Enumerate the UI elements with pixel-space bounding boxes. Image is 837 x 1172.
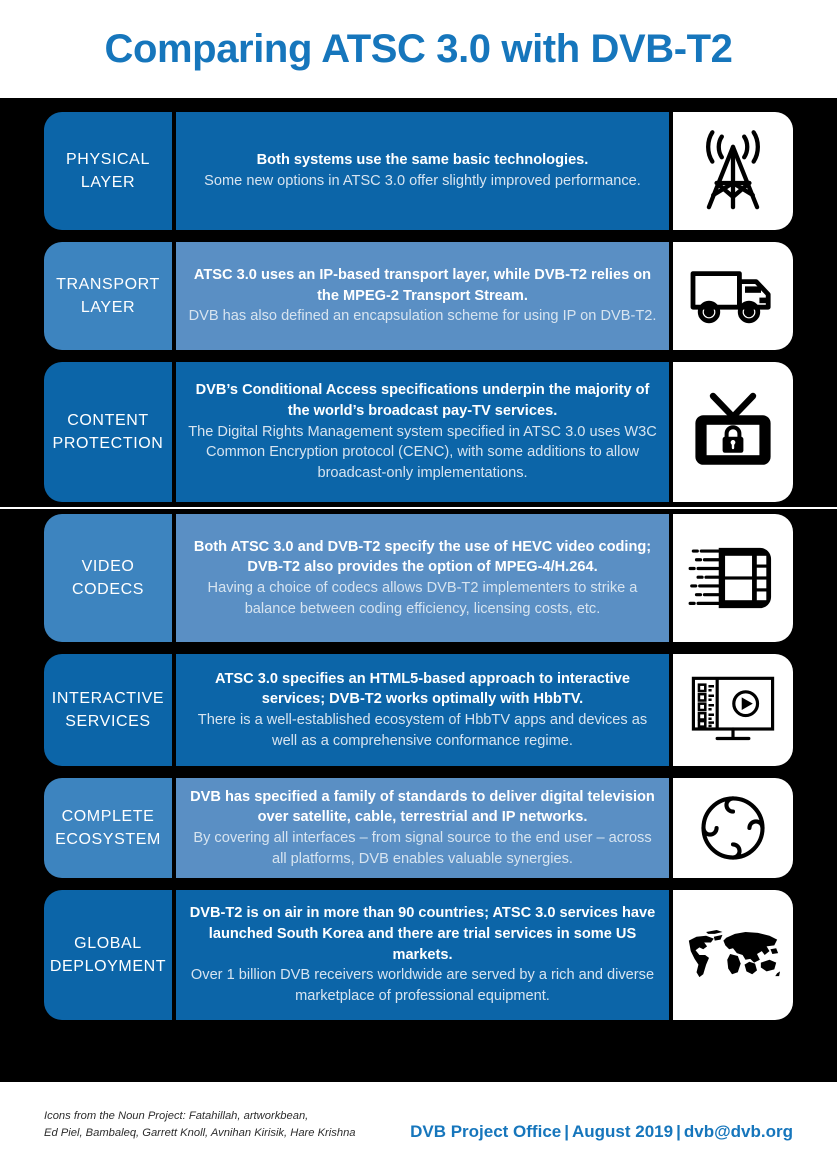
row-label-line-1: COMPLETE bbox=[61, 807, 155, 825]
comparison-row: INTERACTIVE SERVICES ATSC 3.0 specifies an… bbox=[44, 654, 793, 766]
row-detail: Some new options in ATSC 3.0 offer sligh… bbox=[204, 173, 641, 189]
row-icon-cell bbox=[673, 514, 793, 642]
comparison-row: COMPLETE ECOSYSTEM DVB has specified a fam… bbox=[44, 778, 793, 878]
row-label-line-2: CODECS bbox=[71, 581, 145, 598]
row-headline: ATSC 3.0 uses an IP-based transport laye… bbox=[193, 266, 652, 304]
page-title: Comparing ATSC 3.0 with DVB-T2 bbox=[104, 26, 733, 71]
row-label-line-2: SERVICES bbox=[65, 713, 151, 730]
row-label-line-1: PHYSICAL bbox=[66, 150, 150, 168]
row-label-line-2: ECOSYSTEM bbox=[55, 831, 161, 848]
row-label-line-2: LAYER bbox=[80, 174, 136, 191]
row-detail: Over 1 billion DVB receivers worldwide a… bbox=[190, 967, 655, 1005]
row-body: ATSC 3.0 specifies an HTML5-based approa… bbox=[176, 654, 669, 766]
monitor-play-icon bbox=[687, 672, 779, 748]
row-detail: There is a well-established ecosystem of… bbox=[197, 712, 648, 749]
row-label-line-2: PROTECTION bbox=[52, 435, 164, 452]
footer-separator-2: | bbox=[676, 1122, 681, 1141]
row-detail: DVB has also defined an encapsulation sc… bbox=[188, 308, 657, 325]
row-headline: ATSC 3.0 specifies an HTML5-based approa… bbox=[215, 670, 630, 708]
row-label-interactive: INTERACTIVE SERVICES bbox=[44, 654, 172, 766]
title-bar: Comparing ATSC 3.0 with DVB-T2 bbox=[0, 0, 837, 98]
row-label-line-2: DEPLOYMENT bbox=[49, 958, 167, 975]
row-label-transport: TRANSPORT LAYER bbox=[44, 242, 172, 350]
row-icon-cell bbox=[673, 362, 793, 502]
row-body: ATSC 3.0 uses an IP-based transport laye… bbox=[176, 242, 669, 350]
row-icon-cell bbox=[673, 112, 793, 230]
infographic-page: Comparing ATSC 3.0 with DVB-T2 PHYSICAL L… bbox=[0, 0, 837, 1172]
footer-date: August 2019 bbox=[572, 1122, 674, 1141]
cycle-arcs-icon bbox=[690, 787, 776, 869]
row-headline: Both systems use the same basic technolo… bbox=[256, 152, 589, 169]
row-body: Both ATSC 3.0 and DVB-T2 specify the use… bbox=[176, 514, 669, 642]
row-label-line-2: LAYER bbox=[80, 299, 136, 316]
row-label-physical: PHYSICAL LAYER bbox=[44, 112, 172, 230]
row-label-complete: COMPLETE ECOSYSTEM bbox=[44, 778, 172, 878]
delivery-truck-icon bbox=[689, 261, 777, 331]
row-headline: Both ATSC 3.0 and DVB-T2 specify the use… bbox=[193, 538, 652, 576]
row-body: DVB-T2 is on air in more than 90 countri… bbox=[176, 890, 669, 1020]
row-body: DVB has specified a family of standards … bbox=[176, 778, 669, 878]
row-body: Both systems use the same basic technolo… bbox=[176, 112, 669, 230]
row-headline: DVB has specified a family of standards … bbox=[190, 788, 655, 826]
footer: Icons from the Noun Project: Fatahillah,… bbox=[0, 1082, 837, 1172]
row-headline: DVB’s Conditional Access specifications … bbox=[195, 382, 650, 419]
row-detail: By covering all interfaces – from signal… bbox=[193, 830, 652, 867]
comparison-board: PHYSICAL LAYER Both systems use the same b… bbox=[0, 98, 837, 1082]
row-icon-cell bbox=[673, 242, 793, 350]
comparison-row: TRANSPORT LAYER ATSC 3.0 uses an IP-based … bbox=[44, 242, 793, 350]
row-label-content: CONTENT PROTECTION bbox=[44, 362, 172, 502]
icon-credits-line-2: Ed Piel, Bambaleq, Garrett Knoll, Avniha… bbox=[44, 1126, 356, 1139]
row-label-global: GLOBAL DEPLOYMENT bbox=[44, 890, 172, 1020]
row-label-line-1: INTERACTIVE bbox=[51, 689, 165, 707]
comparison-row: CONTENT PROTECTION DVB’s Conditional Acces… bbox=[44, 362, 793, 502]
footer-office: DVB Project Office bbox=[410, 1122, 562, 1141]
row-label-video: VIDEO CODECS bbox=[44, 514, 172, 642]
row-label-line-1: GLOBAL bbox=[74, 934, 142, 952]
footer-email[interactable]: dvb@dvb.org bbox=[684, 1122, 793, 1141]
row-label-line-1: CONTENT bbox=[67, 411, 149, 429]
comparison-row: GLOBAL DEPLOYMENT DVB-T2 is on air in more… bbox=[44, 890, 793, 1020]
icon-credits: Icons from the Noun Project: Fatahillah,… bbox=[44, 1108, 356, 1142]
comparison-row: VIDEO CODECS Both ATSC 3.0 and DVB-T2 spec… bbox=[44, 514, 793, 642]
world-map-icon bbox=[685, 925, 781, 985]
row-icon-cell bbox=[673, 890, 793, 1020]
tv-lock-icon bbox=[689, 389, 777, 475]
icon-credits-line-1: Icons from the Noun Project: Fatahillah,… bbox=[44, 1110, 309, 1122]
row-body: DVB’s Conditional Access specifications … bbox=[176, 362, 669, 502]
row-detail: The Digital Rights Management system spe… bbox=[188, 423, 657, 482]
footer-contact: DVB Project Office | August 2019 | dvb@dvb.o… bbox=[410, 1122, 793, 1142]
row-detail: Having a choice of codecs allows DVB-T2 … bbox=[207, 580, 638, 617]
comparison-rows: PHYSICAL LAYER Both systems use the same b… bbox=[44, 112, 793, 1020]
comparison-row: PHYSICAL LAYER Both systems use the same b… bbox=[44, 112, 793, 230]
footer-separator-1: | bbox=[564, 1122, 569, 1141]
film-strip-icon bbox=[687, 539, 779, 617]
row-icon-cell bbox=[673, 654, 793, 766]
row-icon-cell bbox=[673, 778, 793, 878]
row-label-line-1: VIDEO bbox=[81, 557, 135, 575]
broadcast-tower-icon bbox=[690, 128, 776, 214]
row-label-line-1: TRANSPORT bbox=[56, 275, 160, 293]
row-headline: DVB-T2 is on air in more than 90 countri… bbox=[189, 905, 656, 963]
section-divider bbox=[0, 507, 837, 509]
